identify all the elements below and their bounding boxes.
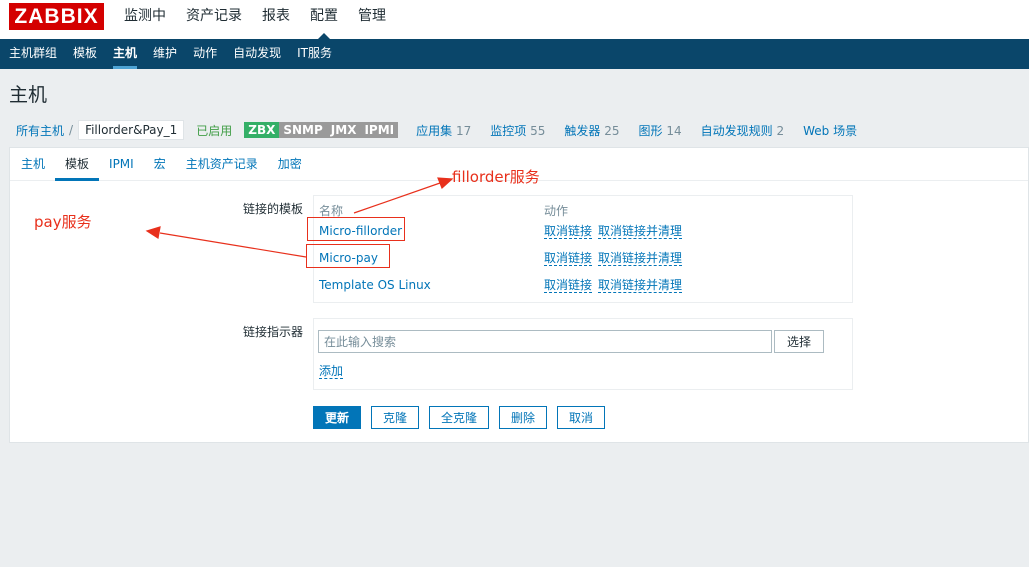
host-name[interactable]: Fillorder&Pay_1 — [78, 120, 185, 140]
graphs-count: 14 — [666, 123, 682, 138]
template-link-os-linux[interactable]: Template OS Linux — [319, 278, 431, 292]
tab-encryption[interactable]: 加密 — [278, 148, 302, 180]
col-action-header: 动作 — [544, 204, 569, 218]
main-nav-configuration[interactable]: 配置 — [310, 0, 338, 39]
sub-nav-host-groups[interactable]: 主机群组 — [9, 39, 57, 69]
tab-host[interactable]: 主机 — [21, 148, 45, 180]
triggers-link[interactable]: 触发器 25 — [564, 122, 619, 139]
tab-inventory[interactable]: 主机资产记录 — [186, 148, 258, 180]
sub-nav-actions[interactable]: 动作 — [193, 39, 217, 69]
tab-templates[interactable]: 模板 — [55, 148, 100, 181]
items-link[interactable]: 监控项 55 — [490, 122, 545, 139]
main-nav-administration[interactable]: 管理 — [358, 0, 386, 39]
host-status[interactable]: 已启用 — [196, 122, 232, 139]
clone-button[interactable]: 克隆 — [371, 406, 419, 429]
cancel-button[interactable]: 取消 — [557, 406, 605, 429]
full-clone-button[interactable]: 全克隆 — [429, 406, 489, 429]
main-nav: 监测中 资产记录 报表 配置 管理 — [124, 0, 406, 39]
snmp-badge: SNMP — [279, 122, 327, 138]
discovery-rules-label: 自动发现规则 — [700, 123, 773, 138]
select-button[interactable]: 选择 — [774, 330, 824, 353]
unlink-button[interactable]: 取消链接 — [544, 225, 593, 239]
link-new-templates-label: 链接指示器 — [242, 325, 303, 339]
zbx-badge: ZBX — [244, 122, 280, 138]
items-label: 监控项 — [490, 123, 527, 138]
availability-badges: ZBX SNMP JMX IPMI — [244, 122, 399, 138]
top-bar: ZABBIX 监测中 资产记录 报表 配置 管理 — [0, 0, 1029, 39]
add-link[interactable]: 添加 — [319, 365, 344, 379]
link-new-templates-box — [313, 318, 853, 390]
template-search-input[interactable] — [318, 330, 772, 353]
main-nav-monitoring[interactable]: 监测中 — [124, 0, 166, 39]
zabbix-logo[interactable]: ZABBIX — [9, 3, 104, 30]
sub-nav-templates[interactable]: 模板 — [73, 39, 97, 69]
annotation-fillorder: fillorder服务 — [452, 168, 540, 186]
triggers-label: 触发器 — [564, 123, 601, 138]
highlight-box-pay — [306, 244, 390, 268]
discovery-rules-count: 2 — [776, 123, 785, 138]
graphs-label: 图形 — [638, 123, 663, 138]
breadcrumb-separator: / — [69, 123, 74, 137]
applications-label: 应用集 — [416, 123, 453, 138]
delete-button[interactable]: 删除 — [499, 406, 547, 429]
host-info-bar: 所有主机 / Fillorder&Pay_1 已启用 ZBX SNMP JMX … — [16, 119, 876, 141]
applications-count: 17 — [455, 123, 472, 138]
main-nav-inventory[interactable]: 资产记录 — [186, 0, 242, 39]
ipmi-badge: IPMI — [360, 122, 399, 138]
triggers-count: 25 — [604, 123, 620, 138]
main-nav-reports[interactable]: 报表 — [262, 0, 290, 39]
web-scenarios-link[interactable]: Web 场景 — [803, 122, 857, 139]
tab-ipmi[interactable]: IPMI — [109, 148, 134, 180]
applications-link[interactable]: 应用集 17 — [416, 122, 471, 139]
items-count: 55 — [530, 123, 546, 138]
sub-nav-discovery[interactable]: 自动发现 — [233, 39, 281, 69]
annotation-pay: pay服务 — [34, 213, 92, 231]
update-button[interactable]: 更新 — [313, 406, 361, 429]
unlink-button[interactable]: 取消链接 — [544, 252, 593, 266]
sub-nav-it-services[interactable]: IT服务 — [297, 39, 332, 69]
sub-nav: 主机群组 模板 主机 维护 动作 自动发现 IT服务 — [0, 39, 1029, 69]
unlink-clear-button[interactable]: 取消链接并清理 — [598, 225, 683, 239]
unlink-clear-button[interactable]: 取消链接并清理 — [598, 252, 683, 266]
all-hosts-link[interactable]: 所有主机 — [16, 122, 64, 139]
discovery-rules-link[interactable]: 自动发现规则 2 — [701, 122, 784, 139]
graphs-link[interactable]: 图形 14 — [639, 122, 682, 139]
unlink-clear-button[interactable]: 取消链接并清理 — [598, 279, 683, 293]
highlight-box-fillorder — [307, 217, 405, 241]
host-form-panel: 主机 模板 IPMI 宏 主机资产记录 加密 链接的模板 名称 动作 Micro… — [9, 147, 1029, 443]
tab-macros[interactable]: 宏 — [154, 148, 166, 180]
linked-templates-label: 链接的模板 — [242, 202, 303, 216]
sub-nav-maintenance[interactable]: 维护 — [153, 39, 177, 69]
sub-nav-hosts[interactable]: 主机 — [113, 39, 138, 69]
unlink-button[interactable]: 取消链接 — [544, 279, 593, 293]
page-title: 主机 — [9, 84, 48, 106]
jmx-badge: JMX — [326, 122, 361, 138]
